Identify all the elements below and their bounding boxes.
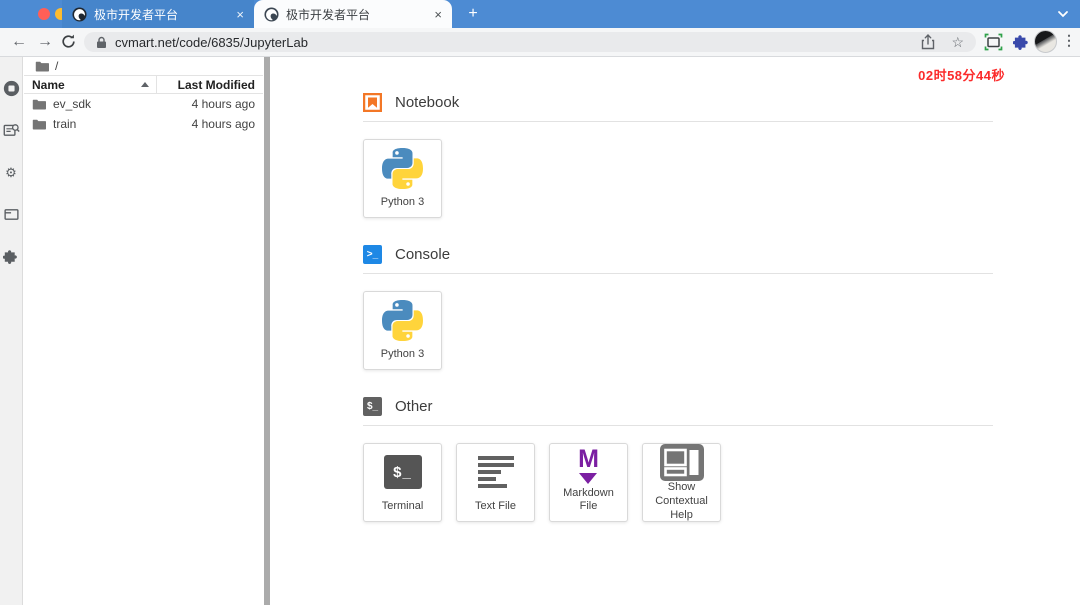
section-notebook: Notebook Python 3 [363, 92, 993, 218]
section-title: Notebook [395, 93, 460, 111]
section-divider [363, 273, 993, 274]
folder-icon [32, 119, 46, 130]
notebook-icon [363, 92, 382, 112]
tab-title: 极市开发者平台 [286, 7, 371, 22]
section-console: >_ Console Python 3 [363, 244, 993, 370]
tab-close-icon[interactable]: × [434, 8, 442, 21]
new-tab-button[interactable]: + [462, 3, 484, 25]
screen-capture-extension-icon[interactable] [984, 33, 1003, 51]
browser-toolbar: ← → cvmart.net/code/6835/JupyterLab ☆ ⋮ [0, 28, 1080, 57]
file-row-ev-sdk[interactable]: ev_sdk 4 hours ago [24, 94, 263, 114]
lock-icon [97, 36, 106, 48]
back-icon[interactable]: ← [8, 31, 30, 53]
terminal-icon: $_ [383, 455, 422, 490]
reload-icon[interactable] [60, 33, 77, 50]
launcher-card-contextual-help[interactable]: Show Contextual Help [642, 443, 721, 522]
card-label: Text File [475, 500, 516, 513]
launcher-card-markdown-file[interactable]: M Markdown File [549, 443, 628, 522]
file-name: ev_sdk [53, 97, 92, 111]
extension-manager-puzzle-icon[interactable] [3, 248, 20, 265]
launcher-card-notebook-python3[interactable]: Python 3 [363, 139, 442, 218]
file-name: train [53, 117, 77, 131]
file-modified: 4 hours ago [191, 117, 255, 131]
launcher-card-text-file[interactable]: Text File [456, 443, 535, 522]
card-label: Python 3 [380, 348, 425, 361]
file-row-train[interactable]: train 4 hours ago [24, 114, 263, 134]
section-title: Other [395, 397, 433, 415]
card-label: Markdown File [563, 486, 614, 513]
settings-gears-icon[interactable]: ⚙ [3, 164, 20, 181]
url-bar[interactable]: cvmart.net/code/6835/JupyterLab ☆ [84, 32, 976, 52]
profile-avatar[interactable] [1034, 30, 1057, 53]
file-browser-panel: / Name Last Modified ev_sdk 4 hours ago … [24, 57, 263, 605]
jupyterlab-left-tabbar: ⚙ [0, 57, 23, 605]
section-title: Console [395, 245, 451, 263]
browser-tab-2-active[interactable]: 极市开发者平台 × [254, 0, 452, 28]
chevron-down-icon[interactable] [1056, 7, 1070, 21]
panel-resize-handle[interactable] [264, 57, 270, 605]
card-label: Python 3 [380, 196, 425, 209]
text-file-icon [477, 456, 514, 489]
browser-tab-strip: 极市开发者平台 × 极市开发者平台 × + [0, 0, 1080, 28]
open-tabs-icon[interactable] [3, 206, 20, 223]
extensions-puzzle-icon[interactable] [1013, 34, 1030, 51]
url-text[interactable]: cvmart.net/code/6835/JupyterLab [115, 35, 308, 50]
contextual-help-icon [659, 444, 704, 481]
tab-close-icon[interactable]: × [236, 8, 244, 21]
terminal-icon: $_ [363, 396, 382, 416]
folder-icon [32, 99, 46, 110]
tab-title: 极市开发者平台 [94, 7, 179, 22]
section-divider [363, 121, 993, 122]
markdown-icon: M [578, 446, 599, 484]
card-label: Show Contextual Help [655, 481, 708, 521]
card-label: Terminal [381, 500, 424, 513]
column-header-modified[interactable]: Last Modified [157, 76, 263, 93]
site-favicon [264, 6, 279, 22]
site-favicon [72, 6, 87, 22]
section-divider [363, 425, 993, 426]
share-icon[interactable] [921, 34, 935, 50]
sort-ascending-icon [141, 82, 149, 87]
forward-icon[interactable]: → [34, 31, 56, 53]
session-countdown-timer: 02时58分44秒 [918, 68, 1005, 83]
jupyterlab-page: ⚙ / Name Last Modified ev_sdk 4 hours ag… [0, 57, 1080, 605]
launcher-card-terminal[interactable]: $_ Terminal [363, 443, 442, 522]
launcher-panel: 02时58分44秒 Notebook Python 3 >_ Console P… [271, 57, 1080, 605]
section-other: $_ Other $_ Terminal Text File M Markdow… [363, 396, 993, 522]
breadcrumb-root[interactable]: / [55, 59, 58, 73]
file-modified: 4 hours ago [191, 97, 255, 111]
launcher-card-console-python3[interactable]: Python 3 [363, 291, 442, 370]
folder-icon [35, 61, 49, 72]
python-logo-icon [382, 147, 423, 189]
property-inspector-icon[interactable] [3, 122, 20, 139]
console-icon: >_ [363, 244, 382, 264]
python-logo-icon [382, 299, 423, 341]
running-sessions-icon[interactable] [3, 80, 20, 97]
bookmark-star-icon[interactable]: ☆ [951, 34, 964, 51]
window-close-button[interactable] [38, 8, 50, 20]
breadcrumb[interactable]: / [24, 57, 263, 75]
browser-tab-1[interactable]: 极市开发者平台 × [62, 0, 254, 28]
browser-menu-icon[interactable]: ⋮ [1062, 32, 1076, 49]
file-list-header: Name Last Modified [24, 75, 263, 94]
column-header-name[interactable]: Name [24, 76, 157, 93]
